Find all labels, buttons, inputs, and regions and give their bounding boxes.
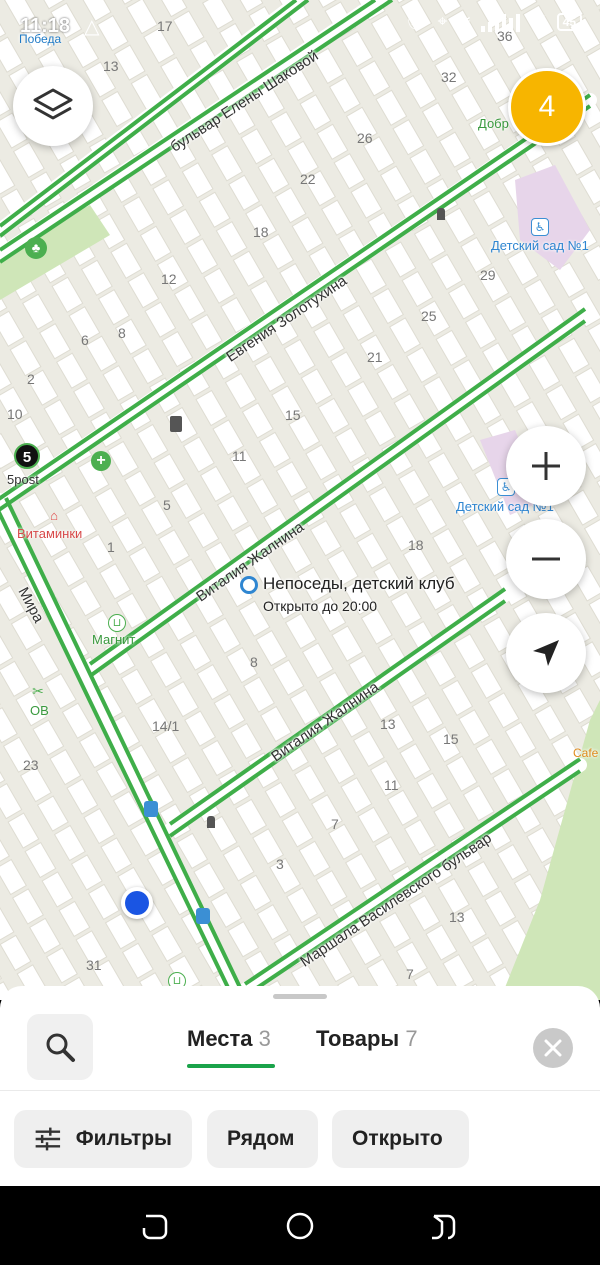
active-tab-indicator — [187, 1064, 275, 1068]
monument-icon — [437, 208, 445, 220]
battery-level: 45 — [556, 13, 582, 31]
close-icon — [544, 1039, 562, 1057]
chip-label: Рядом — [227, 1127, 295, 1150]
house-number: 18 — [408, 537, 424, 553]
house-number: 26 — [357, 130, 373, 146]
pharmacy-icon[interactable]: ⌂ — [47, 509, 61, 523]
filters-chip[interactable]: Фильтры — [14, 1110, 192, 1168]
minus-icon — [532, 557, 560, 561]
sliders-icon — [35, 1127, 61, 1151]
bus-stop-icon[interactable] — [144, 801, 158, 817]
park-tree-icon[interactable]: ♣ — [25, 237, 47, 259]
layers-button[interactable] — [13, 66, 93, 146]
house-number: 14/1 — [152, 718, 180, 734]
tab-count: 3 — [258, 1026, 271, 1051]
layers-icon — [33, 88, 73, 120]
house-number: 23 — [23, 757, 39, 773]
tab-label: Места — [187, 1026, 253, 1051]
house-number: 3 — [276, 856, 284, 872]
system-nav-bar — [0, 1186, 600, 1265]
tab-label: Товары — [316, 1026, 400, 1051]
results-count-badge[interactable]: 4 — [508, 68, 586, 146]
house-number: 7 — [406, 966, 414, 982]
divider — [0, 1090, 600, 1091]
house-number: 15 — [443, 731, 459, 747]
poi-dobr[interactable]: Добр — [478, 116, 509, 131]
sheet-drag-handle[interactable] — [273, 994, 327, 999]
selected-place-name[interactable]: Непоседы, детский клуб — [263, 574, 455, 594]
nearby-chip[interactable]: Рядом — [207, 1110, 318, 1168]
house-number: 13 — [380, 716, 396, 732]
tab-count: 7 — [405, 1026, 418, 1051]
place-marker[interactable] — [240, 576, 258, 594]
tab-places[interactable]: Места 3 — [187, 1026, 271, 1052]
shop-cart-icon[interactable]: ⊔ — [108, 614, 126, 632]
close-button[interactable] — [533, 1028, 573, 1068]
house-number: 2 — [27, 371, 35, 387]
house-number: 8 — [250, 654, 258, 670]
house-number: 25 — [421, 308, 437, 324]
kindergarten-icon[interactable]: ♿ — [531, 218, 549, 236]
warning-triangle-icon: △ — [84, 15, 100, 38]
house-number: 31 — [86, 957, 102, 973]
tab-products[interactable]: Товары 7 — [316, 1026, 418, 1052]
my-location-button[interactable] — [506, 613, 586, 693]
house-number: 7 — [331, 816, 339, 832]
selected-place-status: Открыто до 20:00 — [263, 598, 378, 614]
user-location-dot — [121, 887, 153, 919]
bottom-sheet[interactable]: Места 3 Товары 7 Фильтры Рядом Открыто — [0, 986, 600, 1186]
poi-ov[interactable]: ОВ — [30, 703, 49, 718]
house-number: 13 — [449, 909, 465, 925]
house-number: 6 — [81, 332, 89, 348]
mute-icon: 🔕︎ — [405, 12, 428, 31]
status-bar: 11:18 △ 🔕︎ ⌖ ≋ ⚡ 45 — [0, 0, 600, 52]
house-number: 10 — [7, 406, 23, 422]
pharmacy-icon[interactable]: + — [91, 451, 111, 471]
wifi-icon: ≋ — [457, 12, 472, 31]
navigation-arrow-icon — [533, 640, 559, 666]
house-number: 22 — [300, 171, 316, 187]
poi-fivepost[interactable]: 5post — [7, 472, 39, 487]
poi-kindergarten-1[interactable]: Детский сад №1 — [491, 238, 589, 253]
house-number: 13 — [103, 58, 119, 74]
house-number: 11 — [232, 448, 247, 464]
search-icon — [46, 1033, 75, 1062]
charging-icon: ⚡ — [535, 14, 547, 31]
open-now-chip[interactable]: Открыто — [332, 1110, 469, 1168]
house-number: 21 — [367, 349, 383, 365]
bus-stop-icon[interactable] — [196, 908, 210, 924]
recent-apps-icon — [142, 1214, 168, 1240]
map-view[interactable]: 17 13 36 32 26 22 18 12 8 6 2 10 29 25 2… — [0, 0, 600, 1000]
scissors-icon[interactable]: ✂ — [30, 683, 46, 699]
signal-icon — [481, 14, 521, 32]
house-number: 32 — [441, 69, 457, 85]
atm-icon[interactable] — [170, 416, 182, 432]
house-number: 11 — [384, 777, 399, 793]
house-number: 1 — [107, 539, 115, 555]
poi-cafe[interactable]: Cafe — [573, 746, 598, 760]
poi-magnit[interactable]: Магнит — [92, 632, 135, 647]
plus-icon — [532, 452, 560, 480]
back-icon — [432, 1214, 456, 1240]
house-number: 5 — [163, 497, 171, 513]
chip-label: Открыто — [352, 1127, 443, 1150]
house-number: 15 — [285, 407, 301, 423]
chip-label: Фильтры — [75, 1127, 172, 1150]
zoom-out-button[interactable] — [506, 519, 586, 599]
fivepost-icon[interactable]: 5 — [14, 443, 40, 469]
house-number: 12 — [161, 271, 177, 287]
house-number: 29 — [480, 267, 496, 283]
poi-vitaminki[interactable]: Витаминки — [17, 526, 82, 541]
zoom-in-button[interactable] — [506, 426, 586, 506]
search-button[interactable] — [27, 1014, 93, 1080]
status-time: 11:18 — [20, 14, 71, 37]
location-icon: ⌖ — [437, 12, 448, 31]
monument-icon — [207, 816, 215, 828]
house-number: 18 — [253, 224, 269, 240]
nav-buttons — [142, 1212, 456, 1240]
house-number: 8 — [118, 325, 126, 341]
home-icon — [286, 1212, 314, 1240]
